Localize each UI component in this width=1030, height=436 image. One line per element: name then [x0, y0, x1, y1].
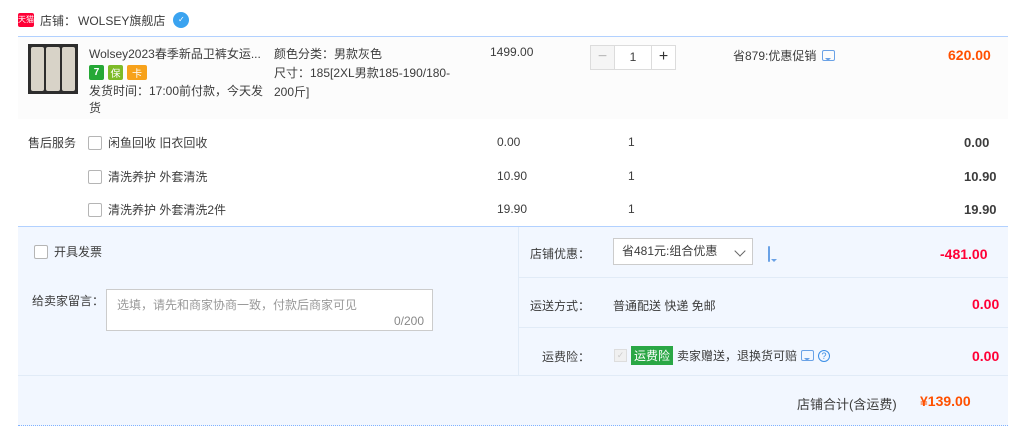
discount-value: -481.00 — [940, 246, 988, 262]
store-header: 天猫 店铺： WOLSEY旗舰店 ✓ — [18, 10, 190, 30]
comment-icon[interactable] — [822, 50, 836, 61]
shipping-fee: 0.00 — [972, 296, 1000, 312]
item-total: 620.00 — [948, 47, 991, 63]
service-item: 清洗养护 外套清洗2件 — [88, 201, 226, 218]
insurance-checkbox: ✓ — [614, 349, 627, 362]
seven-day-return-icon[interactable]: 7 — [89, 65, 104, 80]
service-checkbox[interactable] — [88, 169, 102, 184]
service-item: 闲鱼回收 旧衣回收 — [88, 134, 207, 151]
store-total-value: ¥139.00 — [920, 393, 971, 409]
promo-info: 省879:优惠促销 — [733, 47, 836, 64]
service-sum: 10.90 — [964, 169, 997, 184]
service-sum: 0.00 — [964, 135, 990, 150]
qty-minus-button[interactable]: − — [590, 45, 615, 70]
invoice-checkbox[interactable] — [34, 244, 48, 259]
invoice-label: 开具发票 — [54, 245, 103, 259]
shipping-method: 普通配送 快递 免邮 — [613, 299, 716, 313]
shipping-label: 运送方式： — [529, 299, 590, 313]
store-name-link[interactable]: WOLSEY旗舰店 — [78, 12, 165, 29]
message-placeholder: 选填，请先和商家协商一致，付款后商家可见 — [117, 298, 358, 312]
service-price: 0.00 — [497, 135, 521, 149]
guarantee-icon[interactable]: 保 — [108, 65, 123, 80]
comment-icon[interactable] — [768, 246, 770, 262]
service-price: 19.90 — [497, 202, 528, 216]
product-title-link[interactable]: Wolsey2023春季新品卫裤女运... — [89, 45, 261, 62]
divider — [18, 375, 1008, 376]
message-textarea[interactable]: 选填，请先和商家协商一致，付款后商家可见 0/200 — [106, 289, 433, 331]
qty-plus-button[interactable]: + — [651, 45, 676, 70]
service-name: 清洗养护 外套清洗 — [108, 170, 208, 184]
service-qty: 1 — [628, 202, 635, 216]
divider — [518, 277, 1008, 278]
service-qty: 1 — [628, 135, 635, 149]
sku-color: 颜色分类：男款灰色 — [274, 47, 383, 61]
comment-icon[interactable] — [801, 350, 815, 361]
vip-icon[interactable]: ✓ — [173, 12, 190, 28]
store-label: 店铺： — [40, 13, 77, 28]
help-icon[interactable]: ? — [818, 349, 831, 362]
service-sum: 19.90 — [964, 202, 997, 217]
insurance-text: 卖家赠送，退换货可赔 — [677, 349, 798, 363]
service-qty: 1 — [628, 169, 635, 183]
store-total-label: 店铺合计(含运费) — [797, 397, 897, 412]
divider — [518, 227, 519, 375]
discount-selected: 省481元:组合优惠 — [622, 244, 718, 258]
chevron-down-icon — [734, 245, 746, 257]
quantity-stepper: − 1 + — [590, 45, 676, 70]
discount-select[interactable]: 省481元:组合优惠 — [613, 238, 753, 265]
service-title: 售后服务 — [28, 136, 77, 150]
insurance-info: ✓ 运费险 卖家赠送，退换货可赔 ? — [614, 346, 831, 365]
discount-label: 店铺优惠： — [529, 247, 590, 261]
service-name: 清洗养护 外套清洗2件 — [108, 203, 227, 217]
invoice-option[interactable]: 开具发票 — [34, 243, 102, 260]
insurance-label: 运费险： — [541, 350, 590, 364]
product-thumbnail[interactable] — [28, 44, 78, 94]
service-checkbox[interactable] — [88, 202, 102, 217]
promo-text: 省879:优惠促销 — [733, 49, 817, 63]
qty-input[interactable]: 1 — [615, 45, 651, 70]
service-checkbox[interactable] — [88, 135, 102, 150]
insurance-tag: 运费险 — [631, 346, 674, 365]
divider — [518, 327, 1008, 328]
service-name: 闲鱼回收 旧衣回收 — [108, 136, 208, 150]
unit-price: 1499.00 — [490, 45, 534, 59]
sku-size: 尺寸：185[2XL男款185-190/180-200斤] — [274, 66, 451, 99]
order-panel: 开具发票 给卖家留言： 选填，请先和商家协商一致，付款后商家可见 0/200 店… — [18, 226, 1008, 426]
insurance-fee: 0.00 — [972, 348, 1000, 364]
product-row: Wolsey2023春季新品卫裤女运... 7 保 卡 发货时间：17:00前付… — [18, 36, 1008, 119]
message-label: 给卖家留言： — [32, 294, 105, 308]
product-badges: 7 保 卡 — [89, 65, 147, 80]
message-count: 0/200 — [393, 314, 424, 328]
sku-info: 颜色分类：男款灰色 尺寸：185[2XL男款185-190/180-200斤] — [274, 45, 454, 102]
service-price: 10.90 — [497, 169, 528, 183]
ship-time: 发货时间：17:00前付款，今天发货 — [89, 84, 264, 115]
tmall-icon: 天猫 — [18, 13, 34, 27]
card-payment-icon[interactable]: 卡 — [127, 65, 147, 80]
service-item: 清洗养护 外套清洗 — [88, 168, 207, 185]
